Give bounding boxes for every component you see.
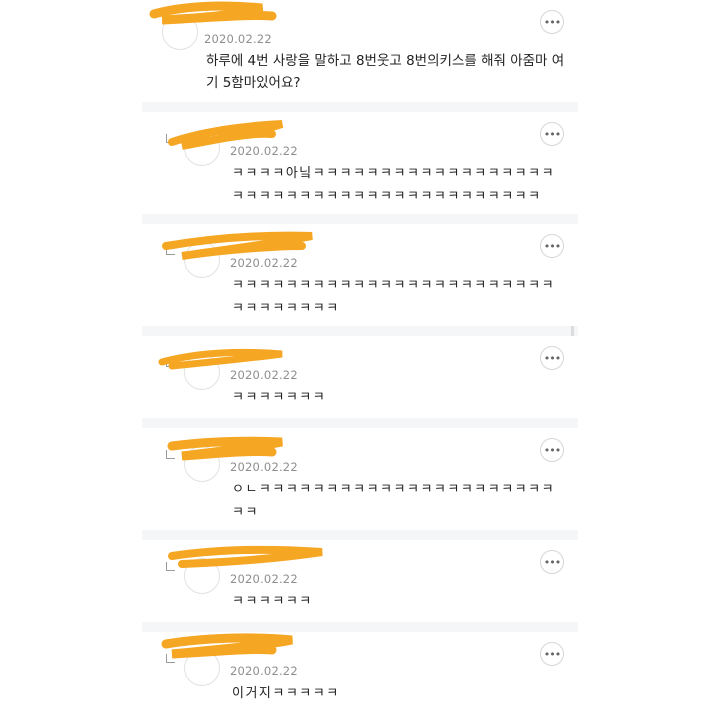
comment-date: 2020.02.22 (230, 368, 298, 382)
comment-date: 2020.02.22 (230, 460, 298, 474)
comment-text: ㅇㄴㅋㅋㅋㅋㅋㅋㅋㅋㅋㅋㅋㅋㅋㅋㅋㅋㅋㅋㅋㅋㅋㅋㅋㅋ (232, 482, 556, 520)
more-options-icon[interactable]: ••• (540, 122, 564, 146)
comment-date: 2020.02.22 (230, 144, 298, 158)
comment-date: 2020.02.22 (204, 32, 272, 46)
more-options-icon[interactable]: ••• (540, 438, 564, 462)
reply-item: 2020.02.22 ㅋㅋㅋㅋ아닠ㅋㅋㅋㅋㅋㅋㅋㅋㅋㅋㅋㅋㅋㅋㅋㅋㅋㅋㅋㅋㅋㅋㅋ… (142, 112, 578, 214)
comment-text: ㅋㅋㅋㅋㅋㅋㅋㅋㅋㅋㅋㅋㅋㅋㅋㅋㅋㅋㅋㅋㅋㅋㅋㅋㅋㅋㅋㅋㅋㅋㅋㅋ (232, 278, 556, 316)
comment-text: 하루에 4번 사랑을 말하고 8번웃고 8번의키스를 해줘 아줌마 여기 5함마… (206, 53, 565, 91)
comment-text: ㅋㅋㅋㅋㅋㅋ (232, 594, 313, 609)
comment-date: 2020.02.22 (230, 572, 298, 586)
reply-item: 2020.02.22 ㅋㅋㅋㅋㅋㅋㅋㅋㅋㅋㅋㅋㅋㅋㅋㅋㅋㅋㅋㅋㅋㅋㅋㅋㅋㅋㅋㅋㅋ… (142, 224, 578, 326)
more-options-icon[interactable]: ••• (540, 550, 564, 574)
comment-text: 이거지ㅋㅋㅋㅋㅋ (232, 686, 340, 701)
more-options-icon[interactable]: ••• (540, 642, 564, 666)
reply-item: 2020.02.22 ㅋㅋㅋㅋㅋㅋㅋ ••• (142, 336, 578, 418)
comment-date: 2020.02.22 (230, 664, 298, 678)
comment-text: ㅋㅋㅋㅋ아닠ㅋㅋㅋㅋㅋㅋㅋㅋㅋㅋㅋㅋㅋㅋㅋㅋㅋㅋㅋㅋㅋㅋㅋㅋㅋㅋㅋㅋㅋㅋㅋㅋㅋㅋ… (232, 166, 556, 204)
more-options-icon[interactable]: ••• (540, 234, 564, 258)
reply-item: 2020.02.22 ㅇㄴㅋㅋㅋㅋㅋㅋㅋㅋㅋㅋㅋㅋㅋㅋㅋㅋㅋㅋㅋㅋㅋㅋㅋㅋ ••… (142, 428, 578, 530)
comment-item: 2020.02.22 하루에 4번 사랑을 말하고 8번웃고 8번의키스를 해줘… (142, 0, 578, 102)
comment-date: 2020.02.22 (230, 256, 298, 270)
more-options-icon[interactable]: ••• (540, 10, 564, 34)
reply-item: 2020.02.22 이거지ㅋㅋㅋㅋㅋ ••• (142, 632, 578, 714)
comment-text: ㅋㅋㅋㅋㅋㅋㅋ (232, 390, 327, 405)
reply-item: 2020.02.22 ㅋㅋㅋㅋㅋㅋ ••• (142, 540, 578, 622)
more-options-icon[interactable]: ••• (540, 346, 564, 370)
